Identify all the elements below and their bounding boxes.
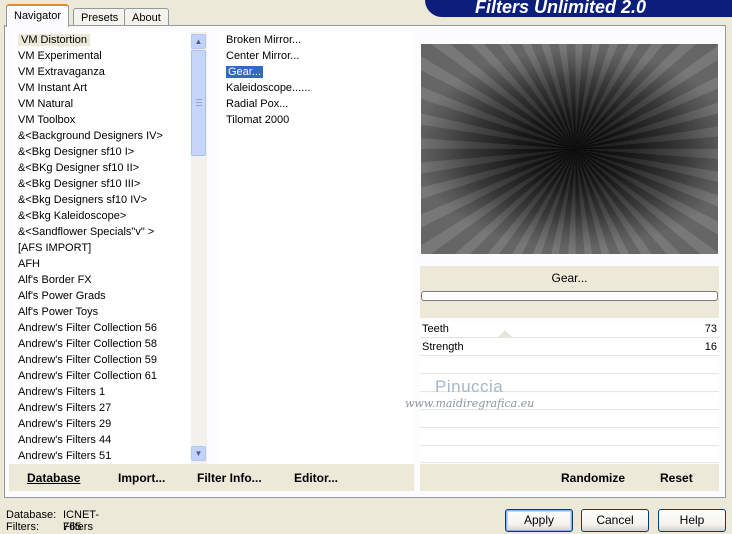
category-list[interactable]: VM Distortion VM Experimental VM Extravaga… xyxy=(14,32,190,464)
scroll-up-button[interactable]: ▲ xyxy=(191,34,206,49)
param-value: 73 xyxy=(704,323,717,335)
param-row-empty xyxy=(420,447,719,463)
category-item[interactable]: Andrew's Filter Collection 56 xyxy=(14,320,190,336)
category-item[interactable]: Andrew's Filters 29 xyxy=(14,416,190,432)
category-item[interactable]: Andrew's Filters 51 xyxy=(14,448,190,464)
category-item[interactable]: Andrew's Filters 44 xyxy=(14,432,190,448)
category-item[interactable]: VM Natural xyxy=(14,96,190,112)
category-item[interactable]: Alf's Power Grads xyxy=(14,288,190,304)
category-item[interactable]: [AFS IMPORT] xyxy=(14,240,190,256)
filter-item[interactable]: Gear... xyxy=(218,64,414,80)
apply-button[interactable]: Apply xyxy=(505,509,573,532)
param-row-strength[interactable]: Strength 16 xyxy=(420,339,719,356)
import-button[interactable]: Import... xyxy=(118,471,165,485)
category-item[interactable]: Andrew's Filter Collection 59 xyxy=(14,352,190,368)
category-item[interactable]: &<Bkg Designer sf10 III> xyxy=(14,176,190,192)
filter-item[interactable]: Kaleidoscope...... xyxy=(218,80,414,96)
tab-navigator[interactable]: Navigator xyxy=(6,4,70,27)
category-item[interactable]: Andrew's Filters 1 xyxy=(14,384,190,400)
param-name: Strength xyxy=(422,341,464,353)
current-filter-label: Gear... xyxy=(551,271,588,285)
category-item[interactable]: VM Toolbox xyxy=(14,112,190,128)
status-value: 765 xyxy=(63,521,82,533)
scroll-thumb[interactable] xyxy=(191,50,206,156)
randomize-button[interactable]: Randomize xyxy=(561,471,625,485)
database-button[interactable]: Database xyxy=(27,471,80,485)
app-banner: Filters Unlimited 2.0 xyxy=(425,0,732,17)
category-item[interactable]: AFH xyxy=(14,256,190,272)
param-name: Teeth xyxy=(422,323,449,335)
status-filters: Filters: 765 xyxy=(6,521,81,533)
param-row-empty xyxy=(420,411,719,428)
category-item[interactable]: Andrew's Filters 27 xyxy=(14,400,190,416)
category-item[interactable]: VM Instant Art xyxy=(14,80,190,96)
preview-image xyxy=(421,44,718,254)
param-row-teeth[interactable]: Teeth 73 xyxy=(420,321,719,338)
filter-item[interactable]: Tilomat 2000 xyxy=(218,112,414,128)
category-item[interactable]: VM Extravaganza xyxy=(14,64,190,80)
scroll-down-button[interactable]: ▼ xyxy=(191,446,206,461)
category-item[interactable]: VM Experimental xyxy=(14,48,190,64)
status-label: Database: xyxy=(6,509,57,521)
filter-item[interactable]: Broken Mirror... xyxy=(218,32,414,48)
filter-item[interactable]: Center Mirror... xyxy=(218,48,414,64)
help-button[interactable]: Help xyxy=(658,509,726,532)
category-item[interactable]: Alf's Border FX xyxy=(14,272,190,288)
filter-list[interactable]: Broken Mirror... Center Mirror... Gear... K… xyxy=(218,32,414,464)
category-item[interactable]: &<Bkg Kaleidoscope> xyxy=(14,208,190,224)
category-item[interactable]: Andrew's Filter Collection 61 xyxy=(14,368,190,384)
category-item[interactable]: &<Bkg Designers sf10 IV> xyxy=(14,192,190,208)
category-item[interactable]: &<Sandflower Specials"v" > xyxy=(14,224,190,240)
filter-item[interactable]: Radial Pox... xyxy=(218,96,414,112)
category-item[interactable]: VM Distortion xyxy=(14,32,190,48)
param-row-empty xyxy=(420,429,719,446)
category-item[interactable]: Andrew's Filter Collection 58 xyxy=(14,336,190,352)
cancel-button[interactable]: Cancel xyxy=(581,509,649,532)
category-item[interactable]: &<Bkg Designer sf10 I> xyxy=(14,144,190,160)
param-value: 16 xyxy=(704,341,717,353)
category-item[interactable]: &<BKg Designer sf10 II> xyxy=(14,160,190,176)
watermark-url: www.maidiregrafica.eu xyxy=(405,397,535,410)
param-row-empty xyxy=(420,357,719,374)
category-scrollbar[interactable]: ▲ ▼ xyxy=(191,32,207,464)
banner-title: Filters Unlimited 2.0 xyxy=(475,0,647,17)
category-item[interactable]: &<Background Designers IV> xyxy=(14,128,190,144)
editor-button[interactable]: Editor... xyxy=(294,471,338,485)
filter-info-button[interactable]: Filter Info... xyxy=(197,471,262,485)
status-database: Database: ICNET-Filters xyxy=(6,509,99,533)
slider-marker xyxy=(497,330,513,338)
watermark-name: Pinuccia xyxy=(435,377,504,396)
category-item[interactable]: Alf's Power Toys xyxy=(14,304,190,320)
progress-bar xyxy=(421,291,718,301)
status-label: Filters: xyxy=(6,521,39,533)
reset-button[interactable]: Reset xyxy=(660,471,693,485)
